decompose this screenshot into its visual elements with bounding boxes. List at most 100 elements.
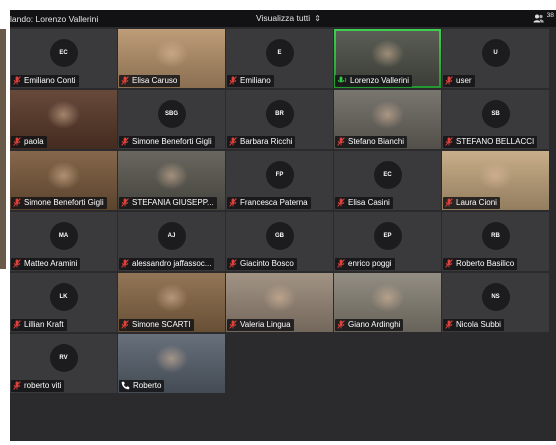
participant-name: Emiliano [240, 76, 271, 85]
mic-muted-icon [13, 137, 21, 148]
participant-name: Simone Beneforti Gigli [24, 198, 104, 207]
participant-tile[interactable]: LK Lillian Kraft [10, 273, 117, 332]
mic-muted-icon [445, 259, 453, 270]
participant-name-tag: STEFANIA GIUSEPP... [119, 197, 217, 209]
participant-grid: EC Emiliano Conti Elisa Caruso E Emiliano Lor… [10, 29, 549, 393]
participant-name: Simone Beneforti Gigli [132, 137, 212, 146]
participant-tile[interactable]: NS Nicola Subbi [442, 273, 549, 332]
participant-name-tag: Laura Cioni [443, 197, 500, 209]
participant-name: Stefano Bianchi [348, 137, 405, 146]
participants-icon [533, 14, 546, 23]
mic-muted-icon [445, 320, 453, 331]
mic-muted-icon [337, 198, 345, 209]
mic-muted-icon [121, 76, 129, 87]
participant-tile[interactable]: Simone SCARTI [118, 273, 225, 332]
participant-name: Laura Cioni [456, 198, 497, 207]
participant-name-tag: Simone Beneforti Gigli [119, 136, 215, 148]
participant-tile[interactable]: GB Giacinto Bosco [226, 212, 333, 271]
participant-avatar: FP [265, 160, 294, 189]
participant-name: enrico poggi [348, 259, 392, 268]
participant-tile[interactable]: Elisa Caruso [118, 29, 225, 88]
participant-tile[interactable]: SBG Simone Beneforti Gigli [118, 90, 225, 149]
mic-muted-icon [337, 259, 345, 270]
participant-name-tag: Emiliano Conti [11, 75, 79, 87]
participant-tile[interactable]: EP enrico poggi [334, 212, 441, 271]
mic-muted-icon [337, 320, 345, 331]
participant-tile[interactable]: AJ alessandro jaffassoc... [118, 212, 225, 271]
participant-name-tag: Roberto [119, 380, 165, 392]
mic-muted-icon [229, 76, 237, 87]
participant-name: Elisa Caruso [132, 76, 178, 85]
participant-avatar: EC [49, 38, 78, 67]
participant-tile[interactable]: Stefano Bianchi [334, 90, 441, 149]
mic-muted-icon [229, 137, 237, 148]
participant-tile[interactable]: Valeria Lingua [226, 273, 333, 332]
participant-name-tag: Valeria Lingua [227, 319, 294, 331]
mic-muted-icon [121, 259, 129, 270]
mic-muted-icon [13, 320, 21, 331]
participant-tile[interactable]: EC Emiliano Conti [10, 29, 117, 88]
participant-tile[interactable]: Laura Cioni [442, 151, 549, 210]
view-mode-selector[interactable]: Visualizza tutti ⇕ [256, 13, 321, 23]
mic-muted-icon [13, 76, 21, 87]
participant-tile[interactable]: Uuser [442, 29, 549, 88]
participant-name: Lorenzo Vallerini [350, 76, 409, 85]
participant-tile[interactable]: RV roberto viti [10, 334, 117, 393]
participant-name: Matteo Aramini [24, 259, 78, 268]
participant-tile[interactable]: paola [10, 90, 117, 149]
participant-name-tag: enrico poggi [335, 258, 395, 270]
mic-muted-icon [13, 198, 21, 209]
participant-tile[interactable]: Giano Ardinghi [334, 273, 441, 332]
participants-button[interactable]: 38 [533, 12, 554, 23]
mic-muted-icon [445, 76, 453, 87]
participant-name: Giacinto Bosco [240, 259, 294, 268]
participant-name-tag: alessandro jaffassoc... [119, 258, 215, 270]
partial-video-strip [0, 29, 6, 269]
participant-name-tag: roberto viti [11, 380, 65, 392]
participant-tile[interactable]: BR Barbara Ricchi [226, 90, 333, 149]
participant-tile[interactable]: Lorenzo Vallerini [334, 29, 441, 88]
participant-tile[interactable]: E Emiliano [226, 29, 333, 88]
participant-avatar: SBG [157, 99, 186, 128]
participant-avatar: RV [49, 343, 78, 372]
phone-icon [121, 381, 130, 392]
participant-tile[interactable]: EC Elisa Casini [334, 151, 441, 210]
participant-tile[interactable]: RB Roberto Basilico [442, 212, 549, 271]
participant-name-tag: Elisa Casini [335, 197, 393, 209]
participant-name-tag: Roberto Basilico [443, 258, 518, 270]
participant-name: Giano Ardinghi [348, 320, 401, 329]
participant-avatar: AJ [157, 221, 186, 250]
participant-name: Simone SCARTI [132, 320, 191, 329]
participant-name-tag: Giano Ardinghi [335, 319, 404, 331]
participant-tile[interactable]: MA Matteo Aramini [10, 212, 117, 271]
participant-tile[interactable]: FP Francesca Paterna [226, 151, 333, 210]
participant-name: paola [24, 137, 44, 146]
mic-muted-icon [121, 320, 129, 331]
participant-avatar: U [481, 38, 510, 67]
participant-name-tag: Simone SCARTI [119, 319, 194, 331]
mic-muted-icon [121, 198, 129, 209]
participant-count: 38 [546, 12, 554, 19]
participant-tile[interactable]: STEFANIA GIUSEPP... [118, 151, 225, 210]
participant-tile[interactable]: Simone Beneforti Gigli [10, 151, 117, 210]
participant-avatar: NS [481, 282, 510, 311]
mic-muted-icon [229, 198, 237, 209]
participant-name-tag: Nicola Subbi [443, 319, 504, 331]
participant-name-tag: user [443, 75, 475, 87]
mic-muted-icon [445, 137, 453, 148]
participant-name: alessandro jaffassoc... [132, 259, 212, 268]
participant-tile[interactable]: SB STEFANO BELLACCI [442, 90, 549, 149]
mic-muted-icon [337, 137, 345, 148]
participant-name-tag: Lillian Kraft [11, 319, 67, 331]
participant-name: Nicola Subbi [456, 320, 501, 329]
participant-name-tag: Emiliano [227, 75, 274, 87]
participant-name-tag: Matteo Aramini [11, 258, 81, 270]
participant-name: STEFANIA GIUSEPP... [132, 198, 214, 207]
participant-avatar: MA [49, 221, 78, 250]
participant-name-tag: Elisa Caruso [119, 75, 181, 87]
participant-tile[interactable]: Roberto [118, 334, 225, 393]
participant-avatar: EC [373, 160, 402, 189]
participant-name-tag: Francesca Paterna [227, 197, 311, 209]
participant-avatar: SB [481, 99, 510, 128]
participant-name-tag: paola [11, 136, 47, 148]
